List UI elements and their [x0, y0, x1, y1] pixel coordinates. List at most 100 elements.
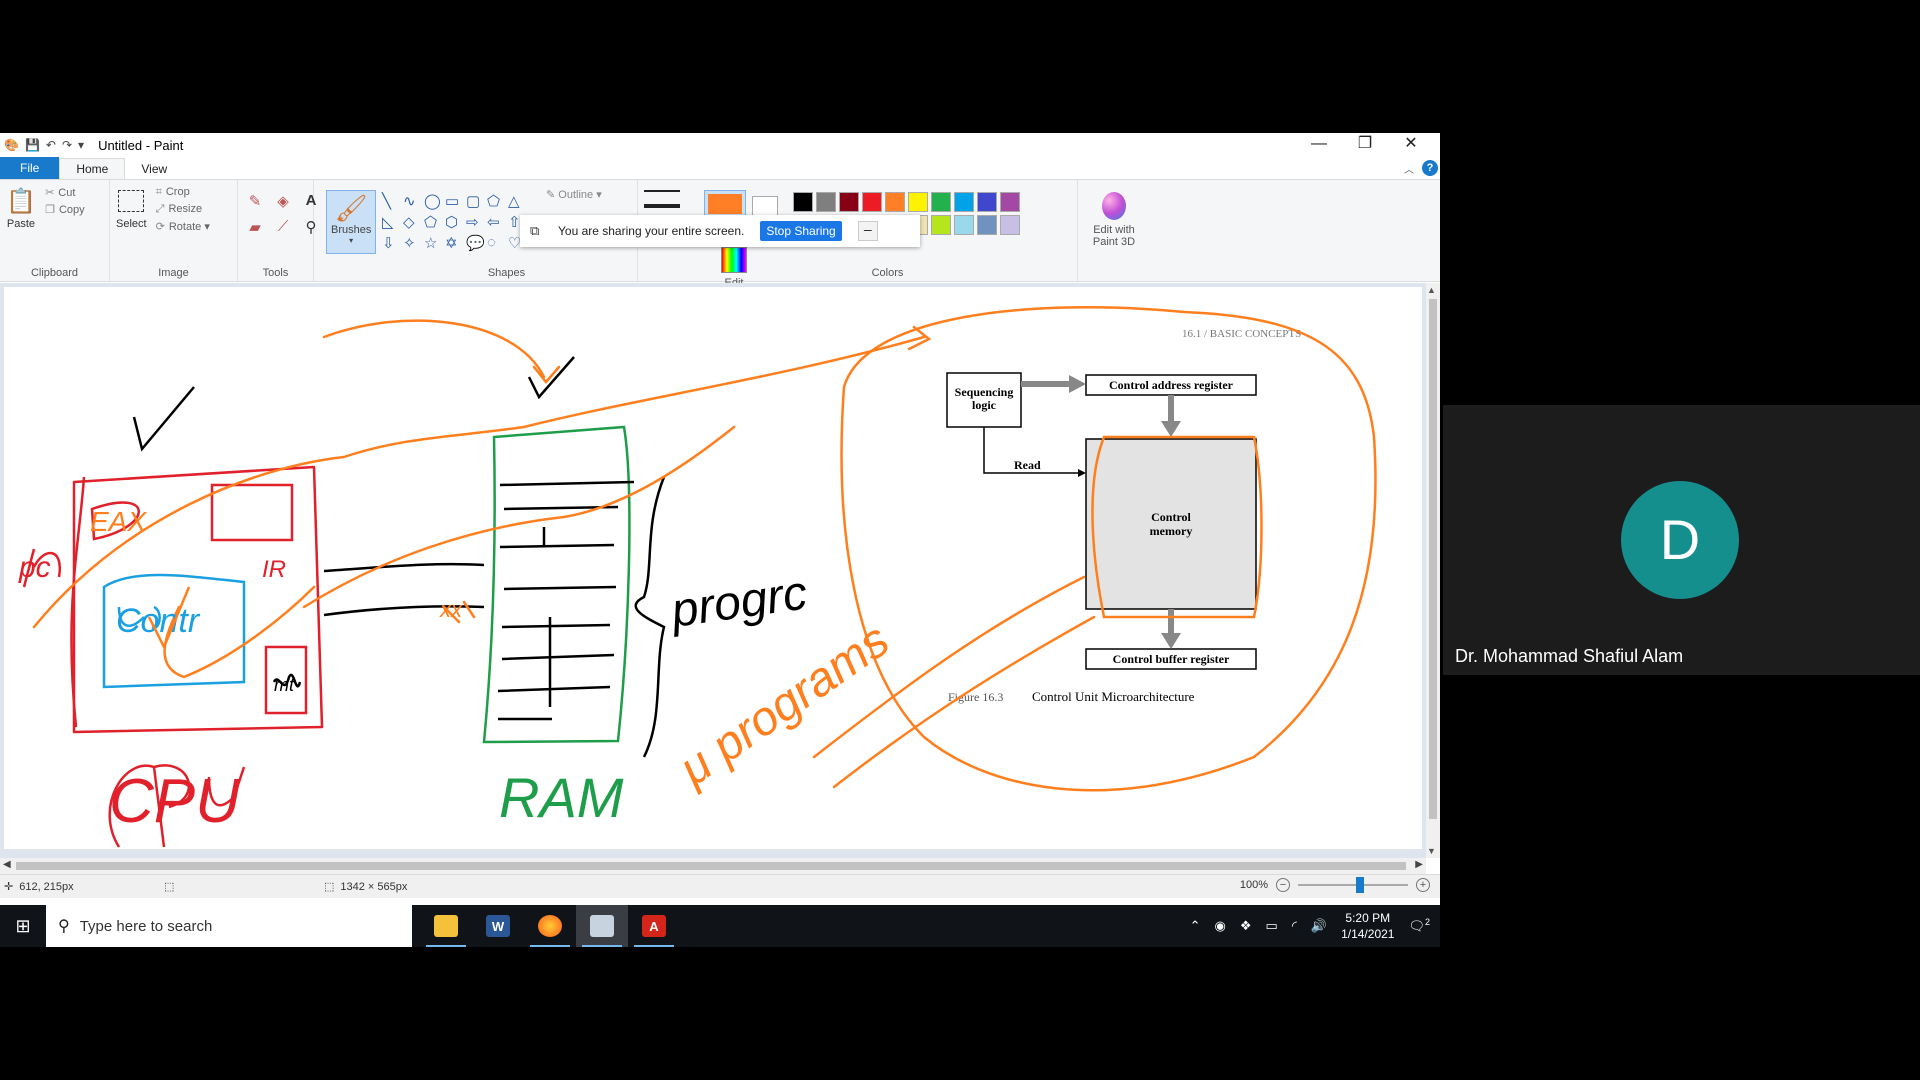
palette-swatch[interactable]	[931, 215, 952, 235]
minimize-banner-button[interactable]: –	[857, 221, 878, 241]
save-icon[interactable]: 💾	[25, 138, 40, 152]
resize-button[interactable]: ⤢ Resize	[156, 203, 210, 216]
close-button[interactable]: ✕	[1388, 133, 1434, 155]
oval-callout-icon[interactable]: ◌	[487, 234, 507, 252]
tab-home[interactable]: Home	[59, 158, 126, 179]
vertical-scroll-thumb[interactable]	[1429, 299, 1437, 819]
taskbar-search[interactable]: ⚲ Type here to search	[46, 905, 412, 947]
file-explorer-app[interactable]	[420, 905, 472, 947]
down-arrow-shape-icon[interactable]: ⇩	[382, 234, 402, 252]
brushes-button[interactable]: 🖌 Brushes ▾	[326, 190, 377, 254]
stop-sharing-button[interactable]: Stop Sharing	[760, 221, 842, 241]
right-arrow-shape-icon[interactable]: ⇨	[466, 213, 486, 231]
palette-swatch[interactable]	[954, 192, 975, 212]
right-triangle-shape-icon[interactable]: ◺	[382, 213, 402, 231]
diamond-shape-icon[interactable]: ◇	[403, 213, 423, 231]
zoom-in-button[interactable]: +	[1416, 878, 1430, 892]
palette-swatch[interactable]	[862, 192, 883, 212]
triangle-shape-icon[interactable]: △	[508, 192, 528, 210]
notifications-icon[interactable]: 🗨2	[1408, 917, 1430, 934]
scroll-up-icon[interactable]: ▲	[1427, 285, 1436, 295]
five-point-star-icon[interactable]: ☆	[424, 234, 444, 252]
pc-label: pc	[18, 551, 51, 584]
size-button[interactable]	[644, 190, 680, 211]
palette-swatch[interactable]	[1000, 192, 1021, 212]
colors-group-label: Colors	[871, 267, 904, 279]
hexagon-shape-icon[interactable]: ⬡	[445, 213, 465, 231]
drawing-canvas[interactable]: 16.1 / BASIC CONCEPTS Sequencing logic C…	[4, 287, 1422, 849]
paint-app[interactable]	[576, 905, 628, 947]
outline-button[interactable]: ✎ Outline ▾	[546, 188, 602, 201]
acrobat-icon: A	[642, 915, 666, 937]
scroll-down-icon[interactable]: ▼	[1427, 846, 1436, 856]
curve-shape-icon[interactable]: ∿	[403, 192, 423, 210]
palette-swatch[interactable]	[977, 215, 998, 235]
cut-button[interactable]: ✂ Cut	[45, 186, 85, 199]
left-arrow-shape-icon[interactable]: ⇦	[487, 213, 507, 231]
palette-swatch[interactable]	[931, 192, 952, 212]
restore-button[interactable]: ❐	[1342, 133, 1388, 155]
edit-with-paint3d-button[interactable]: Edit with Paint 3D	[1084, 192, 1144, 248]
collapse-ribbon-icon[interactable]: ︿	[1404, 161, 1414, 176]
battery-icon[interactable]: ▭	[1266, 918, 1278, 934]
scroll-left-icon[interactable]: ◀	[3, 859, 11, 870]
line-shape-icon[interactable]: ╲	[382, 192, 402, 210]
tab-view[interactable]: View	[125, 159, 183, 179]
horizontal-scrollbar[interactable]: ◀ ▶	[0, 858, 1426, 874]
pentagon-shape-icon[interactable]: ⬠	[424, 213, 444, 231]
camera-icon[interactable]: ◉	[1215, 918, 1226, 934]
fill-icon[interactable]: ◈	[272, 192, 294, 210]
tab-file[interactable]: File	[0, 157, 60, 179]
word-app[interactable]: W	[472, 905, 524, 947]
firefox-app[interactable]	[524, 905, 576, 947]
horizontal-scroll-thumb[interactable]	[16, 862, 1406, 870]
customize-qat-icon[interactable]: ▾	[78, 138, 84, 152]
palette-swatch[interactable]	[885, 192, 906, 212]
minimize-button[interactable]: —	[1296, 133, 1342, 155]
six-point-star-icon[interactable]: ✡	[445, 234, 465, 252]
vertical-scrollbar[interactable]: ▲ ▼	[1426, 283, 1440, 858]
color-picker-icon[interactable]: ⟋	[272, 218, 294, 236]
zoom-out-button[interactable]: −	[1276, 878, 1290, 892]
taskbar-apps: W A	[420, 905, 680, 947]
zoom-slider-knob[interactable]	[1356, 877, 1364, 893]
redo-icon[interactable]: ↷	[62, 138, 72, 152]
acrobat-app[interactable]: A	[628, 905, 680, 947]
undo-icon[interactable]: ↶	[46, 138, 56, 152]
volume-icon[interactable]: 🔊	[1311, 918, 1327, 934]
palette-swatch[interactable]	[816, 192, 837, 212]
clock[interactable]: 5:20 PM 1/14/2021	[1341, 910, 1394, 942]
rounded-rect-shape-icon[interactable]: ▢	[466, 192, 486, 210]
color-1-button[interactable]	[704, 190, 746, 218]
dropbox-icon[interactable]: ❖	[1240, 918, 1252, 934]
polygon-shape-icon[interactable]: ⬠	[487, 192, 507, 210]
eraser-icon[interactable]: ▰	[244, 218, 266, 236]
palette-swatch[interactable]	[793, 192, 814, 212]
copy-button[interactable]: ❐ Copy	[45, 203, 85, 216]
four-point-star-icon[interactable]: ✧	[403, 234, 423, 252]
help-icon[interactable]: ?	[1422, 160, 1438, 176]
figure-caption: Control Unit Microarchitecture	[1032, 689, 1195, 704]
rectangle-shape-icon[interactable]: ▭	[445, 192, 465, 210]
palette-swatch[interactable]	[908, 192, 929, 212]
selection-size: ⬚	[164, 880, 324, 893]
select-button[interactable]: Select	[116, 184, 147, 230]
rotate-button[interactable]: ⟳ Rotate ▾	[156, 220, 210, 233]
oval-shape-icon[interactable]: ◯	[424, 192, 444, 210]
palette-swatch[interactable]	[839, 192, 860, 212]
pencil-icon[interactable]: ✎	[244, 192, 266, 210]
wifi-icon[interactable]: ◜	[1292, 918, 1297, 934]
read-label: Read	[1014, 458, 1041, 472]
paint3d-group: Edit with Paint 3D	[1078, 180, 1148, 281]
show-hidden-icons-icon[interactable]: ⌃	[1190, 918, 1201, 934]
clipboard-group-label: Clipboard	[30, 267, 79, 279]
zoom-slider[interactable]	[1298, 877, 1408, 893]
palette-swatch[interactable]	[1000, 215, 1021, 235]
palette-swatch[interactable]	[954, 215, 975, 235]
scroll-right-icon[interactable]: ▶	[1415, 859, 1423, 870]
callout-shape-icon[interactable]: 💬	[466, 234, 486, 252]
paste-button[interactable]: 📋 Paste	[6, 184, 36, 231]
crop-button[interactable]: ⌗ Crop	[156, 186, 210, 199]
start-button[interactable]: ⊞	[0, 905, 46, 947]
palette-swatch[interactable]	[977, 192, 998, 212]
